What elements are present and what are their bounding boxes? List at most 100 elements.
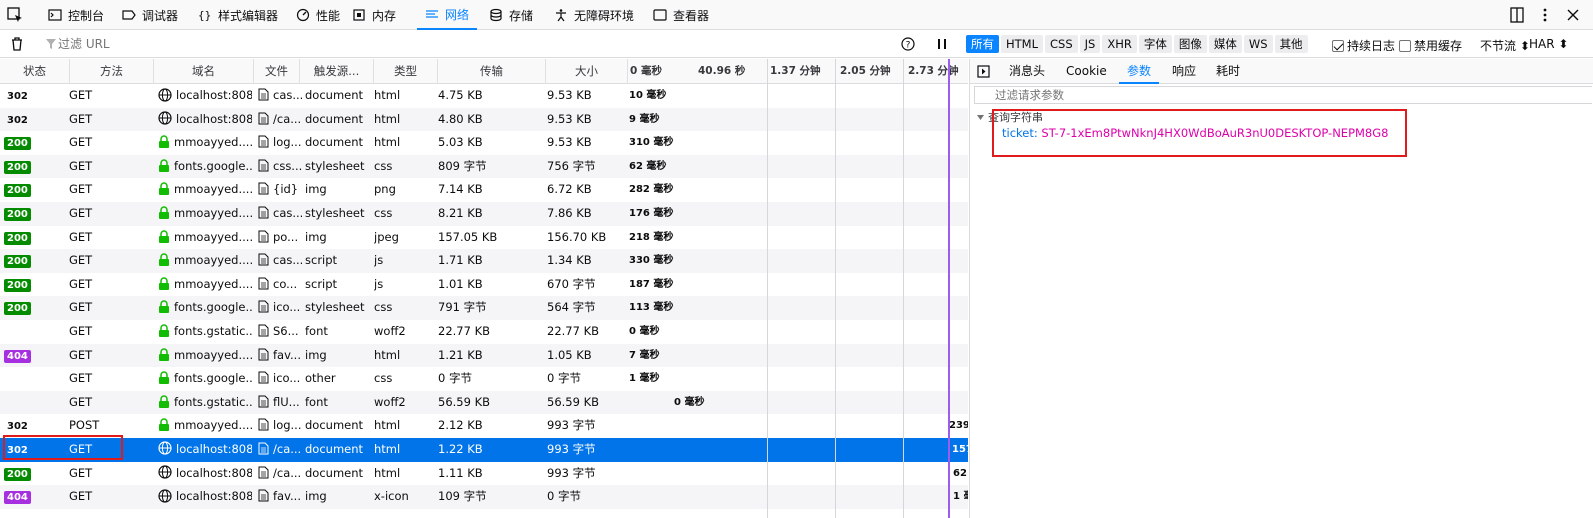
table-row[interactable]: 200 GET mmoayyed.... co... script js 1.01 KB 67… <box>0 273 968 297</box>
cell-transferred: 5.03 KB <box>438 135 483 150</box>
element-picker-icon[interactable] <box>6 6 24 24</box>
details-tab[interactable]: 参数 <box>1119 59 1160 84</box>
status-badge: 404 <box>4 491 31 505</box>
table-row[interactable]: 404 GET localhost:8081 fav... img x-icon 109 字… <box>0 485 968 509</box>
header-transferred[interactable]: 传输 <box>438 59 546 84</box>
table-row[interactable]: 200 GET mmoayyed.... cas... stylesheet css 8.2… <box>0 201 968 226</box>
table-row[interactable]: 200 GET mmoayyed.... po... img jpeg 157.05 KB 1… <box>0 226 968 250</box>
type-filter-4[interactable]: XHR <box>1102 35 1137 53</box>
pause-icon[interactable] <box>936 38 948 50</box>
cell-initiator: stylesheet <box>305 158 365 173</box>
tab-storage[interactable]: 存储 <box>481 0 541 30</box>
tab-performance[interactable]: 性能 <box>288 0 348 30</box>
cell-status: 200 <box>4 131 66 155</box>
type-filter-7[interactable]: 媒体 <box>1208 35 1242 53</box>
cell-file: log... <box>258 131 302 155</box>
cell-timing: 9 毫秒 <box>629 113 660 125</box>
table-row[interactable]: GET fonts.gstatic.... flU... font woff2 56.59… <box>0 390 968 415</box>
cell-size: 156.70 KB <box>547 229 607 244</box>
details-tab[interactable]: 耗时 <box>1208 59 1248 84</box>
header-size[interactable]: 大小 <box>546 59 628 84</box>
table-row[interactable]: GET fonts.google... ico... other css 0 字节 0 字节… <box>0 367 968 391</box>
domain-text: localhost:8081 <box>176 441 252 456</box>
file-text: S6... <box>273 323 299 338</box>
performance-icon <box>296 8 310 22</box>
domain-text: mmoayyed.... <box>174 182 252 197</box>
status-badge: 200 <box>4 137 31 151</box>
file-icon <box>258 371 269 384</box>
checkbox-unchecked[interactable] <box>1399 39 1411 52</box>
tab-debugger[interactable]: 调试器 <box>114 0 186 30</box>
type-filter-6[interactable]: 图像 <box>1173 35 1207 53</box>
cell-timing: 310 毫秒 <box>629 137 674 149</box>
table-row[interactable]: 404 GET mmoayyed.... fav... img html 1.21 KB 1.… <box>0 343 968 368</box>
file-icon <box>258 112 269 125</box>
cell-domain: mmoayyed.... <box>158 226 252 250</box>
har-menu[interactable]: HAR ⬍ <box>1529 37 1568 51</box>
url-filter-input[interactable] <box>42 34 882 54</box>
table-row[interactable]: 302 GET localhost:8081/ca...document html 4.… <box>0 107 968 132</box>
details-tab[interactable]: 消息头 <box>1001 59 1053 84</box>
cell-size: 564 字节 <box>547 300 596 315</box>
domain-text: mmoayyed.... <box>174 276 252 291</box>
type-filter-8[interactable]: WS <box>1243 35 1273 53</box>
type-filter-3[interactable]: JS <box>1079 35 1101 53</box>
toggle-sidebar-icon[interactable] <box>977 65 990 78</box>
table-row[interactable]: 302 POST mmoayyed.... log... document html 2.1… <box>0 414 968 438</box>
close-icon[interactable] <box>1564 6 1582 24</box>
table-row[interactable]: 200 GET localhost:8081/ca...document html 1.… <box>0 462 968 486</box>
table-row[interactable]: 302GETlocalhost:8081/ca...documenthtml1.… <box>0 437 968 462</box>
table-row[interactable]: 200 GET mmoayyed.... log... document html 5.03… <box>0 131 968 155</box>
chevron-down-icon[interactable] <box>976 113 985 122</box>
type-filter-0[interactable]: 所有 <box>966 35 999 53</box>
help-icon[interactable]: ? <box>901 37 915 51</box>
cell-method: GET <box>69 88 93 102</box>
trash-icon[interactable] <box>10 36 24 51</box>
table-row[interactable]: 200 GET mmoayyed.... cas... script js 1.71 KB 1… <box>0 249 968 273</box>
file-icon <box>258 159 269 172</box>
table-row[interactable]: 302 GET localhost:8081 cas...document html 4.… <box>0 84 968 108</box>
tab-console[interactable]: 控制台 <box>40 0 112 30</box>
header-type[interactable]: 类型 <box>374 59 438 84</box>
header-domain[interactable]: 域名 <box>154 59 254 84</box>
tab-network[interactable]: 网络 <box>417 0 478 30</box>
header-file[interactable]: 文件 <box>254 59 300 84</box>
globe-icon <box>158 488 172 503</box>
dock-icon[interactable] <box>1508 6 1526 24</box>
cell-domain: fonts.google... <box>158 296 252 320</box>
tab-memory[interactable]: 内存 <box>344 0 404 30</box>
tab-style-editor[interactable]: {} 样式编辑器 <box>190 0 286 30</box>
table-row[interactable]: 200 GET mmoayyed.... {id} img png 7.14 KB 6.72 … <box>0 178 968 202</box>
table-row[interactable]: 200 GET fonts.google... ico... stylesheet css… <box>0 296 968 320</box>
cell-method: GET <box>69 205 93 220</box>
type-filter-5[interactable]: 字体 <box>1138 35 1172 53</box>
param-filter-input[interactable] <box>974 86 1592 104</box>
cell-transferred: 791 字节 <box>438 300 487 315</box>
cell-type: html <box>374 418 401 433</box>
cell-domain: fonts.gstatic.... <box>158 391 252 415</box>
header-status[interactable]: 状态 <box>0 59 70 84</box>
disable-cache-checkbox[interactable]: 禁用缓存 <box>1399 37 1462 54</box>
details-tab[interactable]: 响应 <box>1164 59 1204 84</box>
header-method[interactable]: 方法 <box>70 59 154 84</box>
details-tab[interactable]: Cookie <box>1058 59 1115 84</box>
cell-transferred: 109 字节 <box>438 489 487 504</box>
checkbox-checked[interactable] <box>1332 39 1344 52</box>
cell-initiator: img <box>305 347 327 362</box>
table-row[interactable]: GET fonts.gstatic.... S6... font woff2 22.77 … <box>0 320 968 344</box>
tab-accessibility[interactable]: 无障碍环境 <box>546 0 642 30</box>
header-initiator[interactable]: 触发源... <box>300 59 374 84</box>
tab-inspector[interactable]: 查看器 <box>645 0 717 30</box>
request-type-filters: 所有 HTML CSS JS XHR 字体 图像 媒体 WS 其他 <box>966 35 1308 53</box>
type-filter-9[interactable]: 其他 <box>1274 35 1308 53</box>
file-text: po... <box>273 229 299 244</box>
more-options-icon[interactable] <box>1536 6 1554 24</box>
cell-file: ico... <box>258 367 302 391</box>
persist-logs-checkbox[interactable]: 持续日志 <box>1332 37 1395 54</box>
type-filter-1[interactable]: HTML <box>1001 35 1044 53</box>
table-row[interactable]: 200 GET fonts.google... css... stylesheet css… <box>0 154 968 179</box>
type-filter-2[interactable]: CSS <box>1045 35 1078 53</box>
cell-file: po... <box>258 226 302 250</box>
network-filter-bar: ? 所有HTMLCSSJSXHR字体图像媒体WS其他 持续日志 禁用缓存 不节流… <box>0 30 1593 58</box>
throttle-select[interactable]: 不节流 ⬍ <box>1480 37 1530 54</box>
